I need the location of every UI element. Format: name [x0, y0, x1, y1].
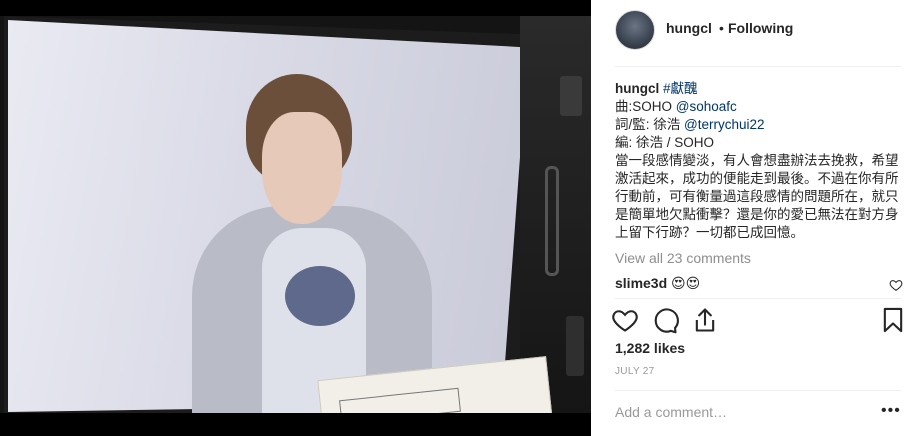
following-button[interactable]: Following: [728, 20, 793, 36]
post-date: JULY 27: [615, 366, 655, 377]
caption-lyrics-credit: 詞/監: 徐浩: [615, 117, 685, 132]
caption-song-credit: 曲:SOHO: [615, 99, 676, 114]
mention-link[interactable]: @sohoafc: [676, 99, 737, 114]
person-face: [262, 112, 342, 224]
shirt-print: [285, 266, 355, 326]
caption-body: 當一段感情變淡，有人會想盡辦法去挽救，希望激活起來，成功的便能走到最後。不過在你…: [615, 153, 899, 240]
speech-bubble-icon[interactable]: [651, 306, 679, 334]
comment-item: slime3d 😍😍: [615, 275, 700, 292]
post-header: hungcl • Following: [591, 0, 921, 66]
post-photo[interactable]: [0, 0, 591, 436]
comment-input[interactable]: Add a comment…: [615, 404, 727, 420]
avatar[interactable]: [615, 10, 655, 50]
likes-count[interactable]: 1,282 likes: [615, 340, 685, 356]
divider: [615, 390, 901, 391]
hardware-box: [560, 76, 582, 116]
separator-dot: •: [719, 20, 724, 36]
comment-text: 😍😍: [671, 275, 701, 291]
view-all-comments-link[interactable]: View all 23 comments: [615, 250, 751, 266]
heart-icon[interactable]: [889, 278, 903, 292]
more-options-button[interactable]: •••: [881, 403, 901, 419]
caption-username[interactable]: hungcl: [615, 81, 659, 96]
share-icon[interactable]: [691, 306, 719, 334]
post-panel: hungcl • Following hungcl #獻醜 曲:SOHO @so…: [591, 0, 921, 436]
author-username[interactable]: hungcl: [666, 20, 712, 36]
heart-icon[interactable]: [611, 306, 639, 334]
action-bar: [611, 306, 911, 334]
post-caption: hungcl #獻醜 曲:SOHO @sohoafc 詞/監: 徐浩 @terr…: [615, 80, 905, 242]
hashtag-link[interactable]: #獻醜: [663, 81, 698, 96]
divider: [615, 66, 901, 67]
comment-username[interactable]: slime3d: [615, 275, 667, 291]
caption-arrangement-credit: 編: 徐浩 / SOHO: [615, 135, 715, 150]
divider: [615, 298, 901, 299]
hardware-box: [566, 316, 584, 376]
mention-link[interactable]: @terrychui22: [684, 117, 765, 132]
photo-frame: [0, 16, 591, 413]
hardware-handle: [545, 166, 559, 276]
bookmark-icon[interactable]: [879, 306, 907, 334]
